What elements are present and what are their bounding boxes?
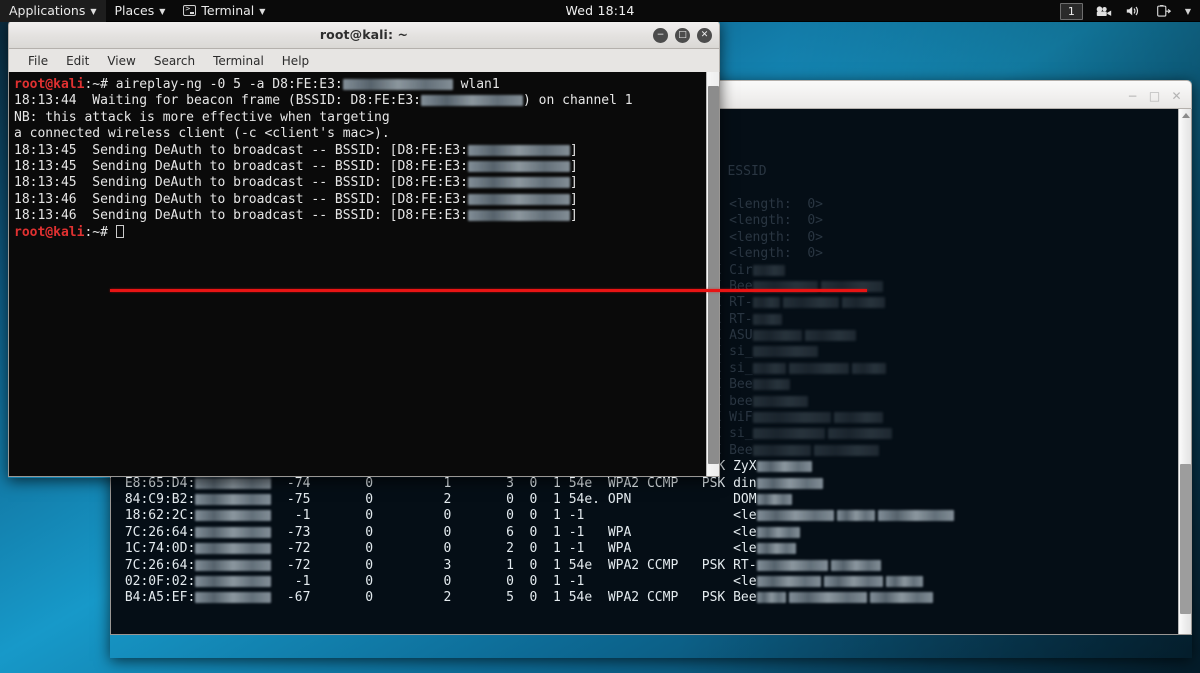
applications-menu-label: Applications	[9, 3, 85, 18]
panel-tray: 1	[1055, 0, 1196, 22]
panel-clock[interactable]: Wed 18:14	[565, 3, 634, 18]
aireplay-scrollbar-thumb[interactable]	[708, 86, 719, 464]
scroll-up-arrow-icon[interactable]	[1182, 113, 1190, 118]
aireplay-output: root@kali:~# aireplay-ng -0 5 -a D8:FE:E…	[14, 77, 719, 241]
aireplay-terminal-window[interactable]: root@kali: ~ − □ ✕ File Edit View Search…	[8, 20, 720, 478]
menu-terminal[interactable]: Terminal	[204, 52, 273, 70]
workspace-number: 1	[1060, 3, 1083, 20]
chevron-down-icon: ▼	[159, 8, 165, 16]
volume-button[interactable]	[1120, 0, 1148, 22]
applications-menu[interactable]: Applications ▼	[0, 0, 106, 22]
aireplay-title: root@kali: ~	[320, 27, 408, 42]
menu-search[interactable]: Search	[145, 52, 204, 70]
aireplay-terminal-body[interactable]: root@kali:~# aireplay-ng -0 5 -a D8:FE:E…	[8, 72, 720, 477]
screen-recorder-icon	[1095, 4, 1113, 18]
terminal-launcher[interactable]: Terminal ▼	[174, 0, 274, 22]
terminal-launcher-label: Terminal	[201, 3, 254, 18]
red-annotation-line	[110, 289, 867, 292]
chevron-down-icon: ▼	[259, 8, 265, 16]
system-menu-button[interactable]: ▼	[1180, 0, 1196, 22]
maximize-button[interactable]: □	[1147, 88, 1162, 103]
close-button[interactable]: ✕	[1169, 88, 1184, 103]
maximize-button[interactable]: □	[675, 28, 690, 43]
top-panel: Applications ▼ Places ▼ Terminal ▼ Wed 1…	[0, 0, 1200, 22]
places-menu[interactable]: Places ▼	[106, 0, 175, 22]
menu-file[interactable]: File	[19, 52, 57, 70]
desktop-screen: Applications ▼ Places ▼ Terminal ▼ Wed 1…	[0, 0, 1200, 673]
screen-recorder-button[interactable]	[1090, 0, 1118, 22]
terminal-icon	[183, 5, 196, 16]
close-button[interactable]: ✕	[697, 28, 712, 43]
airodump-window-controls: − □ ✕	[1125, 81, 1184, 110]
battery-icon	[1155, 4, 1173, 18]
aireplay-titlebar[interactable]: root@kali: ~ − □ ✕	[8, 20, 720, 49]
chevron-down-icon: ▼	[1185, 8, 1191, 16]
minimize-button[interactable]: −	[653, 28, 668, 43]
places-menu-label: Places	[115, 3, 155, 18]
menu-view[interactable]: View	[98, 52, 144, 70]
airodump-scrollbar[interactable]	[1178, 109, 1191, 634]
airodump-scrollbar-thumb[interactable]	[1180, 464, 1191, 614]
aireplay-menubar: File Edit View Search Terminal Help	[8, 49, 720, 72]
volume-icon	[1125, 4, 1143, 18]
aireplay-window-controls: − □ ✕	[653, 21, 712, 50]
minimize-button[interactable]: −	[1125, 88, 1140, 103]
menu-help[interactable]: Help	[273, 52, 318, 70]
workspace-switcher[interactable]: 1	[1055, 0, 1088, 22]
chevron-down-icon: ▼	[90, 8, 96, 16]
battery-button[interactable]	[1150, 0, 1178, 22]
aireplay-scrollbar[interactable]	[706, 72, 719, 476]
menu-edit[interactable]: Edit	[57, 52, 98, 70]
